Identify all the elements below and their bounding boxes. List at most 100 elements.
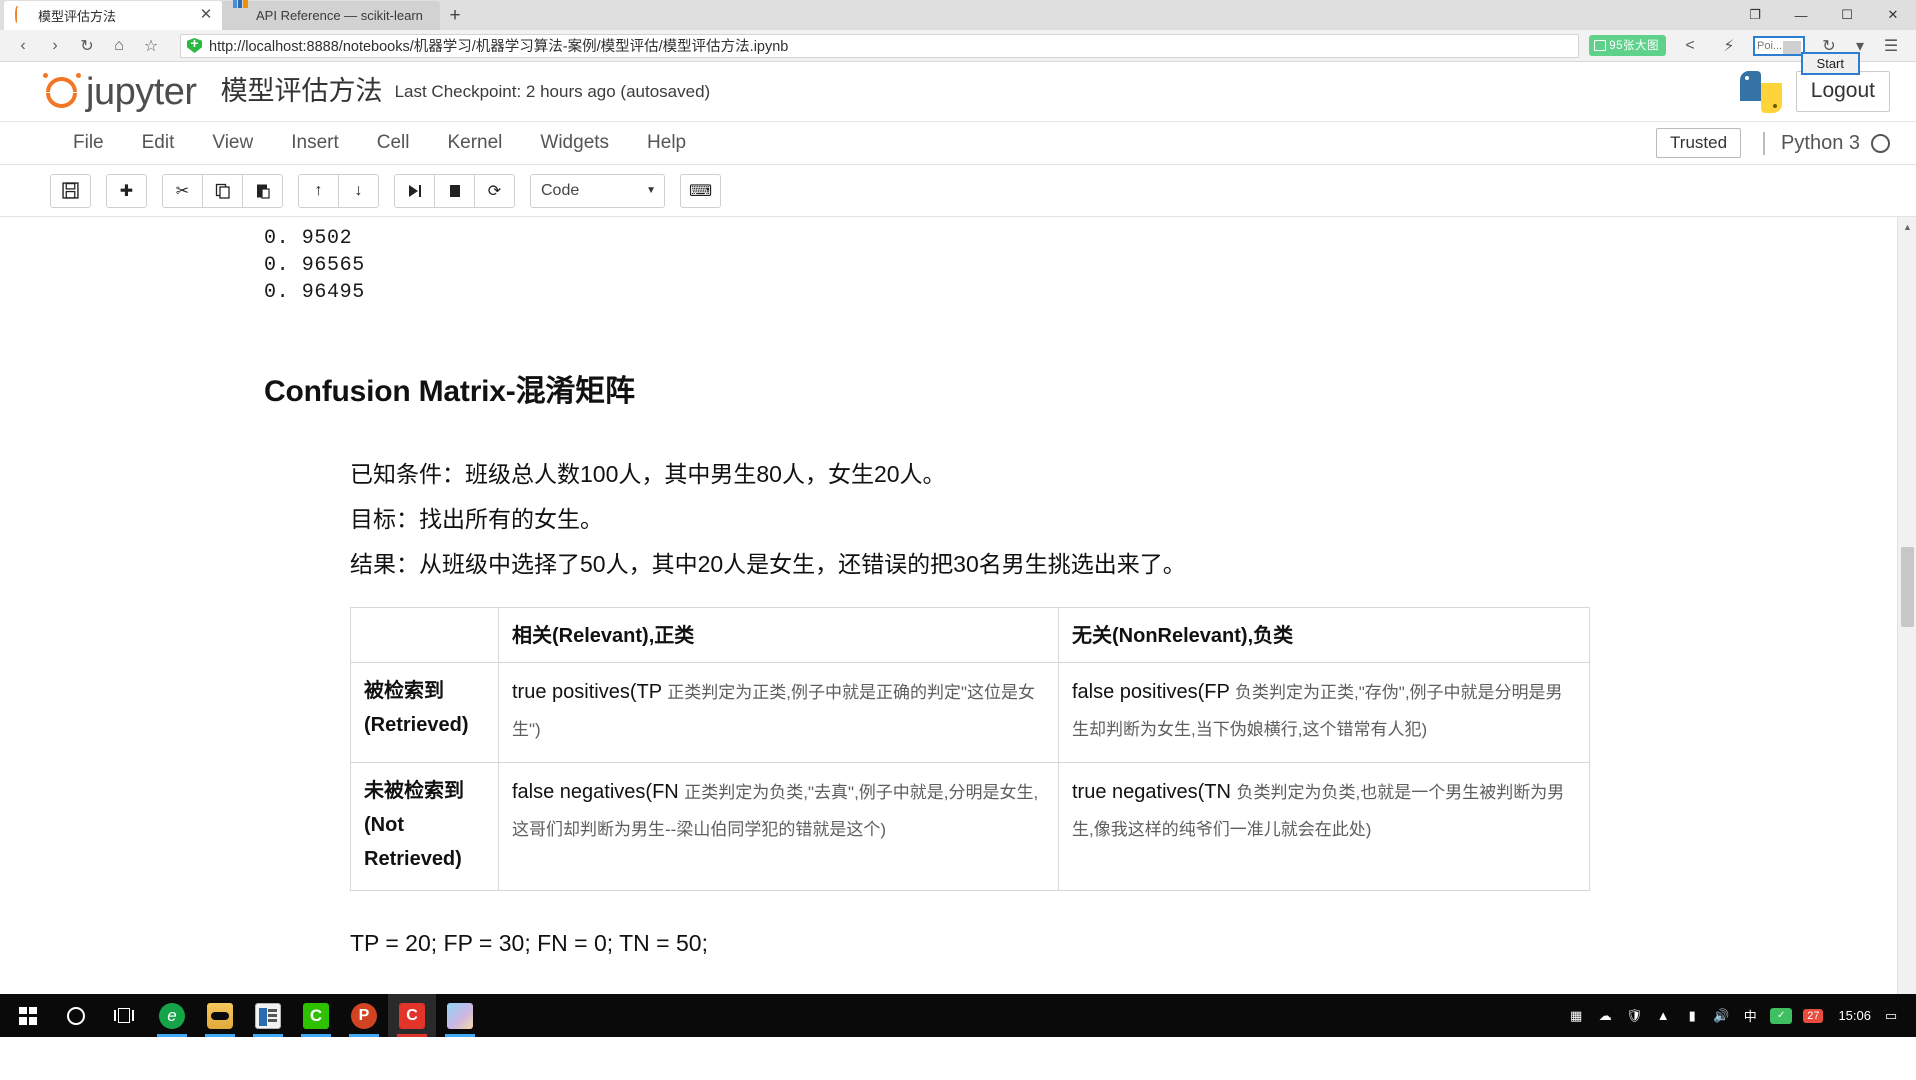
taskbar-app-edge[interactable]: e	[148, 994, 196, 1037]
cortana-search-button[interactable]	[52, 994, 100, 1037]
menu-edit[interactable]: Edit	[123, 128, 194, 158]
poi-extension-chip[interactable]: Poi...	[1753, 35, 1805, 56]
run-cell-icon[interactable]	[394, 173, 435, 208]
logout-button[interactable]: Logout	[1795, 71, 1890, 112]
back-icon[interactable]: ‹	[8, 32, 38, 60]
menu-insert[interactable]: Insert	[272, 128, 358, 158]
taskbar-app-photos[interactable]	[436, 994, 484, 1037]
cell-true-positives: true positives(TP 正类判定为正类,例子中就是正确的判定"这位是…	[498, 662, 1059, 763]
bookmark-star-icon[interactable]: ☆	[136, 32, 166, 60]
tn-label: true negatives(TN	[1072, 781, 1237, 803]
menu-view[interactable]: View	[193, 128, 272, 158]
jupyter-spinner-icon	[15, 5, 31, 24]
menu-widgets[interactable]: Widgets	[521, 128, 628, 158]
menu-help[interactable]: Help	[628, 128, 705, 158]
save-icon[interactable]	[50, 173, 91, 208]
browser-menu-icon[interactable]: ☰	[1876, 32, 1906, 60]
move-cell-down-icon[interactable]: ↓	[338, 173, 379, 208]
window-controls: ❐ — ☐ ✕	[1732, 0, 1916, 30]
taskbar-app-news[interactable]	[244, 994, 292, 1037]
move-cell-up-icon[interactable]: ↑	[298, 173, 339, 208]
taskbar-app-wechat[interactable]	[292, 994, 340, 1037]
table-header-relevant: 相关(Relevant),正类	[498, 607, 1059, 663]
scroll-up-icon[interactable]: ▲	[1898, 217, 1916, 236]
jupyter-logo[interactable]: jupyter	[42, 72, 197, 111]
tray-update-badge[interactable]: 27	[1803, 1008, 1824, 1023]
copy-icon[interactable]	[202, 173, 243, 208]
forward-icon[interactable]: ›	[40, 32, 70, 60]
restore-down-icon[interactable]: ❐	[1732, 0, 1778, 30]
window-close-icon[interactable]: ✕	[1870, 0, 1916, 30]
menu-cell[interactable]: Cell	[358, 128, 429, 158]
taskbar-app-explorer[interactable]	[196, 994, 244, 1037]
restart-kernel-icon[interactable]: ⟳	[474, 173, 515, 208]
output-line: 0. 9502	[264, 227, 353, 250]
notebook-page: 0. 9502 0. 96565 0. 96495 Confusion Matr…	[40, 217, 1876, 1017]
markdown-paragraph: 已知条件：班级总人数100人，其中男生80人，女生20人。	[350, 461, 946, 487]
row-header-line1: 被检索到	[364, 680, 444, 702]
row-header-line1: 未被检索到	[364, 780, 464, 802]
tray-arrow-icon[interactable]: ▲	[1654, 1007, 1672, 1025]
table-header-blank	[350, 607, 499, 663]
app-running-underline	[445, 1034, 475, 1037]
toolbar-group-save	[50, 173, 91, 208]
capture-extension-badge[interactable]: 95张大图	[1589, 35, 1666, 56]
poi-chip-fill	[1783, 40, 1801, 54]
menubar-right: Trusted Python 3	[1656, 128, 1890, 158]
notebook-name[interactable]: 模型评估方法	[221, 78, 383, 105]
tray-ime-icon[interactable]: 中	[1741, 1007, 1759, 1025]
notebook-scroll-area[interactable]: 0. 9502 0. 96565 0. 96495 Confusion Matr…	[0, 217, 1916, 1017]
tray-volume-icon[interactable]: 🔊	[1712, 1007, 1730, 1025]
taskbar-clock[interactable]: 15:06	[1834, 1008, 1871, 1023]
app-active-underline	[397, 1034, 427, 1037]
app-running-underline	[253, 1034, 283, 1037]
command-palette-icon[interactable]: ⌨	[680, 173, 721, 208]
taskbar-app-powerpoint[interactable]	[340, 994, 388, 1037]
new-tab-button[interactable]: +	[440, 2, 470, 30]
scrollbar-thumb[interactable]	[1901, 547, 1914, 627]
jupyter-header: jupyter 模型评估方法 Last Checkpoint: 2 hours …	[0, 51, 1916, 122]
notification-icon[interactable]: ▭	[1882, 1007, 1900, 1025]
photos-icon	[447, 1002, 473, 1029]
maximize-icon[interactable]: ☐	[1824, 0, 1870, 30]
table-head: 相关(Relevant),正类 无关(NonRelevant),负类	[350, 607, 1590, 663]
tray-network-icon[interactable]: ▮	[1683, 1007, 1701, 1025]
taskbar-app-recorder[interactable]	[388, 994, 436, 1037]
row-header-retrieved: 被检索到 (Retrieved)	[350, 662, 499, 763]
output-line: 0. 96565	[264, 254, 365, 277]
task-view-button[interactable]	[100, 994, 148, 1037]
confusion-matrix-table: 相关(Relevant),正类 无关(NonRelevant),负类 被检索到 …	[350, 607, 1590, 891]
address-bar[interactable]: http://localhost:8888/notebooks/机器学习/机器学…	[180, 33, 1580, 58]
scikit-learn-icon	[233, 0, 249, 24]
browser-tab-scikit-learn[interactable]: API Reference — scikit-learn	[222, 0, 440, 30]
close-icon[interactable]: ✕	[198, 7, 214, 24]
cut-icon[interactable]: ✂	[162, 173, 203, 208]
app-running-underline	[157, 1034, 187, 1037]
tray-green-icon[interactable]: ✓	[1770, 1007, 1793, 1024]
home-icon[interactable]: ⌂	[104, 32, 134, 60]
browser-tab-notebook[interactable]: 模型评估方法 ✕	[4, 1, 222, 30]
reload-icon[interactable]: ↻	[72, 32, 102, 60]
tray-shield-icon[interactable]: 🛡	[1625, 1007, 1643, 1025]
toolbar-group-clipboard: ✂	[162, 173, 283, 208]
paste-icon[interactable]	[242, 173, 283, 208]
insert-cell-below-icon[interactable]: ✚	[106, 173, 147, 208]
poi-chip-label: Poi...	[1757, 39, 1783, 52]
lightning-icon[interactable]: ⚡	[1714, 32, 1744, 60]
minimize-icon[interactable]: —	[1778, 0, 1824, 30]
recorder-icon	[399, 1002, 425, 1029]
share-icon[interactable]: <	[1675, 32, 1705, 60]
vertical-scrollbar[interactable]: ▲ ▼	[1897, 217, 1916, 1017]
interrupt-kernel-icon[interactable]	[434, 173, 475, 208]
kernel-indicator[interactable]: Python 3	[1763, 131, 1890, 155]
windows-taskbar: e ▦ ☁ 🛡 ▲	[0, 994, 1916, 1037]
row-header-line3: Retrieved)	[364, 848, 462, 870]
start-button[interactable]	[4, 994, 52, 1037]
menu-file[interactable]: File	[54, 128, 123, 158]
tray-cloud-icon[interactable]: ☁	[1596, 1007, 1614, 1025]
menu-kernel[interactable]: Kernel	[428, 128, 521, 158]
trusted-badge[interactable]: Trusted	[1656, 128, 1742, 158]
toolbar-group-move: ↑ ↓	[298, 173, 379, 208]
tray-app-icon[interactable]: ▦	[1567, 1007, 1585, 1025]
cell-type-select[interactable]: Code ▼	[530, 173, 665, 208]
